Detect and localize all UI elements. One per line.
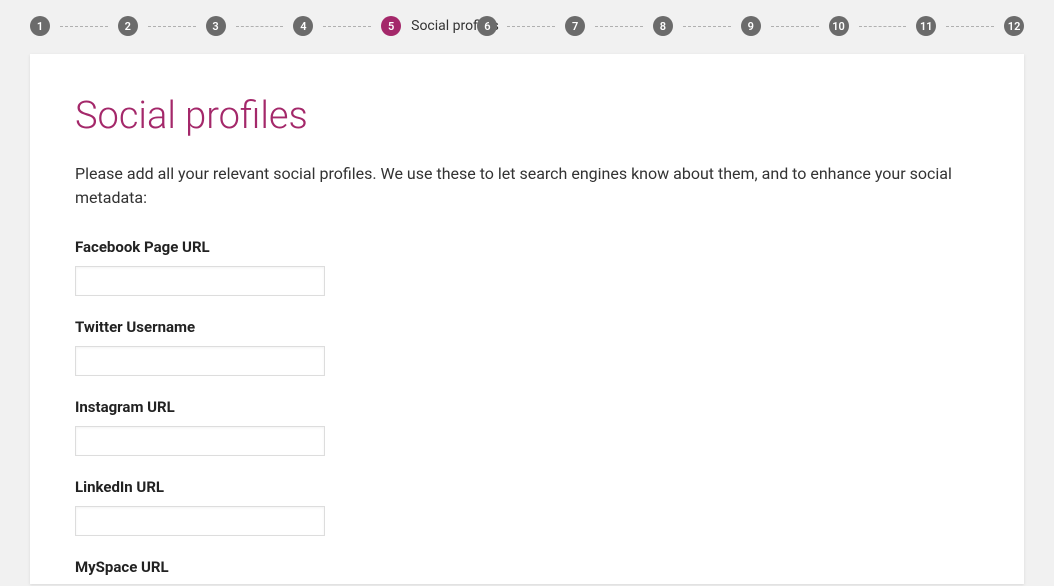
- step-connector: [946, 26, 994, 27]
- step-11-circle[interactable]: 11: [916, 16, 936, 36]
- field-myspace: MySpace URL: [75, 558, 979, 584]
- step-8-circle[interactable]: 8: [653, 16, 673, 36]
- step-12-circle[interactable]: 12: [1004, 16, 1024, 36]
- step-10-group: 10: [829, 16, 917, 36]
- wizard-stepper: 1 2 3 4 5 Social profiles 6 7 8 9 10 11: [0, 0, 1054, 54]
- step-12-group: 12: [1004, 16, 1024, 36]
- field-myspace-label: MySpace URL: [75, 558, 979, 576]
- content-card: Social profiles Please add all your rele…: [30, 54, 1024, 584]
- field-linkedin-label: LinkedIn URL: [75, 478, 979, 496]
- field-twitter: Twitter Username: [75, 318, 979, 376]
- step-7-circle[interactable]: 7: [565, 16, 585, 36]
- step-connector: [236, 26, 284, 27]
- field-instagram: Instagram URL: [75, 398, 979, 456]
- step-9-circle[interactable]: 9: [741, 16, 761, 36]
- field-instagram-label: Instagram URL: [75, 398, 979, 416]
- field-instagram-input[interactable]: [75, 426, 325, 456]
- step-1-group: 1: [30, 16, 118, 36]
- field-linkedin: LinkedIn URL: [75, 478, 979, 536]
- step-4-circle[interactable]: 4: [293, 16, 313, 36]
- field-twitter-label: Twitter Username: [75, 318, 979, 336]
- field-facebook-input[interactable]: [75, 266, 325, 296]
- step-connector: [507, 26, 555, 27]
- step-connector: [683, 26, 731, 27]
- step-5-circle[interactable]: 5: [381, 16, 401, 36]
- step-connector: [148, 26, 196, 27]
- field-facebook: Facebook Page URL: [75, 238, 979, 296]
- step-connector: [859, 26, 907, 27]
- step-6-circle[interactable]: 6: [477, 16, 497, 36]
- page-intro: Please add all your relevant social prof…: [75, 162, 979, 210]
- step-2-group: 2: [118, 16, 206, 36]
- field-twitter-input[interactable]: [75, 346, 325, 376]
- step-9-group: 9: [741, 16, 829, 36]
- step-2-circle[interactable]: 2: [118, 16, 138, 36]
- field-facebook-label: Facebook Page URL: [75, 238, 979, 256]
- step-connector: [595, 26, 643, 27]
- field-linkedin-input[interactable]: [75, 506, 325, 536]
- step-connector: [323, 26, 371, 27]
- step-7-group: 7: [565, 16, 653, 36]
- step-5-group: 5 Social profiles: [381, 16, 477, 36]
- step-11-group: 11: [916, 16, 1004, 36]
- step-6-group: 6: [477, 16, 565, 36]
- step-1-circle[interactable]: 1: [30, 16, 50, 36]
- step-connector: [60, 26, 108, 27]
- step-10-circle[interactable]: 10: [829, 16, 849, 36]
- step-8-group: 8: [653, 16, 741, 36]
- step-4-group: 4: [293, 16, 381, 36]
- page-title: Social profiles: [75, 94, 979, 138]
- step-3-circle[interactable]: 3: [206, 16, 226, 36]
- step-connector: [771, 26, 819, 27]
- step-3-group: 3: [206, 16, 294, 36]
